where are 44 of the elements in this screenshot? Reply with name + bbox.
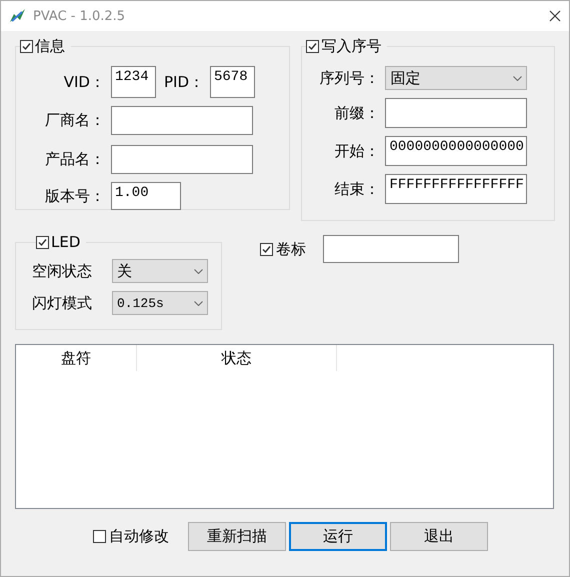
column-header[interactable]: 状态 bbox=[137, 345, 337, 371]
field-label: 产品名： bbox=[44, 150, 106, 169]
field-label: 开始： bbox=[333, 142, 380, 160]
group-title: 信息 bbox=[35, 37, 65, 56]
action-button[interactable]: 运行 bbox=[289, 522, 387, 551]
input-field[interactable]: FFFFFFFFFFFFFFFF bbox=[385, 174, 528, 204]
field-label: 版本号： bbox=[44, 186, 106, 206]
dropdown[interactable]: 固定 bbox=[385, 66, 528, 90]
input-field[interactable]: 1234 bbox=[111, 66, 156, 98]
input-field[interactable] bbox=[385, 98, 528, 128]
app-logo-icon bbox=[9, 8, 27, 24]
field-label: 前缀： bbox=[333, 104, 380, 122]
action-button[interactable]: 重新扫描 bbox=[188, 522, 286, 551]
field-label: PID： bbox=[162, 72, 205, 92]
field-label: 闪灯模式 bbox=[32, 294, 93, 312]
dropdown[interactable]: 关 bbox=[112, 259, 208, 283]
checkbox[interactable] bbox=[93, 530, 106, 543]
dropdown[interactable]: 0.125s bbox=[112, 291, 208, 315]
action-button[interactable]: 退出 bbox=[390, 522, 488, 551]
input-field[interactable]: 0000000000000000 bbox=[385, 136, 528, 166]
input-field[interactable]: 5678 bbox=[210, 66, 255, 98]
column-header[interactable]: 盘符 bbox=[16, 345, 137, 371]
field-label: 结束： bbox=[333, 180, 380, 198]
checkbox[interactable] bbox=[260, 242, 273, 256]
input-field[interactable] bbox=[111, 106, 253, 135]
checkbox[interactable] bbox=[20, 40, 33, 53]
field-label: 空闲状态 bbox=[32, 262, 93, 280]
field-label: 厂商名： bbox=[44, 111, 106, 130]
close-icon[interactable] bbox=[549, 10, 561, 22]
input-field[interactable] bbox=[111, 145, 253, 174]
field-label: VID： bbox=[62, 72, 106, 92]
group-title: LED bbox=[51, 233, 80, 251]
dropdown-caret-icon bbox=[194, 268, 203, 274]
dropdown-caret-icon bbox=[513, 76, 522, 80]
checkbox[interactable] bbox=[36, 236, 49, 248]
checkbox-label: 卷标 bbox=[276, 240, 306, 258]
input-field[interactable]: 1.00 bbox=[111, 182, 181, 210]
dropdown-caret-icon bbox=[194, 300, 203, 306]
group-title: 写入序号 bbox=[321, 37, 382, 56]
input-field[interactable] bbox=[323, 235, 459, 263]
window-title: PVAC - 1.0.2.5 bbox=[33, 8, 126, 24]
field-label: 序列号： bbox=[318, 68, 380, 88]
checkbox[interactable] bbox=[306, 40, 320, 53]
checkbox-label: 自动修改 bbox=[109, 527, 169, 546]
